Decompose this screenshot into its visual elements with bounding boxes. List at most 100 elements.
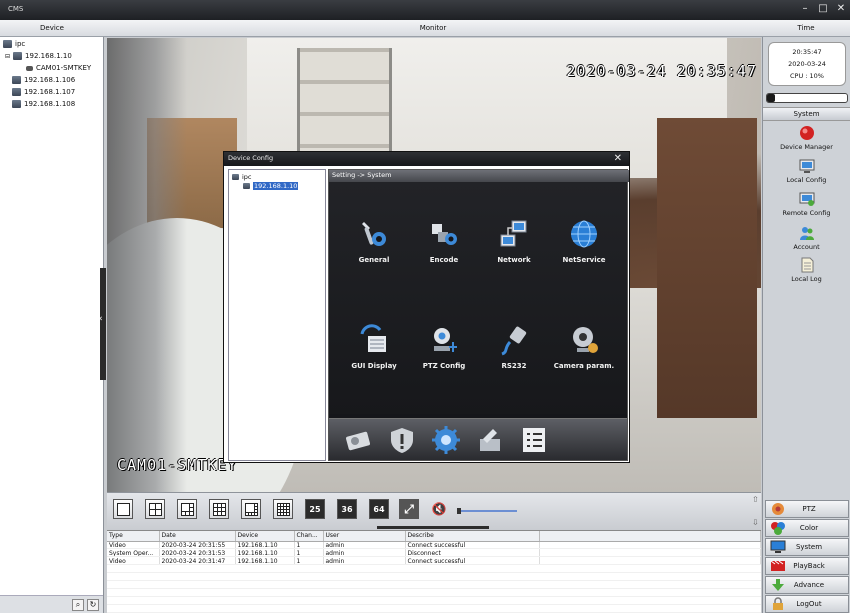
layout-9-button[interactable] (209, 499, 229, 519)
layout-1-button[interactable] (113, 499, 133, 519)
layout-64-button[interactable]: 64 (369, 499, 389, 519)
config-item-encode[interactable]: Encode (409, 218, 479, 264)
collapse-icon[interactable]: ⊟ (5, 53, 10, 60)
toolbar-scroll[interactable]: ⇧ ⇩ (752, 495, 762, 527)
log-col-type[interactable]: Type (107, 531, 160, 542)
search-icon[interactable]: ⌕ (72, 598, 84, 611)
config-item-network[interactable]: Network (479, 218, 549, 264)
group-icon (3, 40, 12, 48)
color-button[interactable]: Color (765, 519, 849, 537)
close-icon[interactable]: ✕ (834, 2, 848, 16)
log-col-user[interactable]: User (323, 531, 406, 542)
minimize-icon[interactable]: – (798, 2, 812, 16)
encode-icon (432, 224, 457, 245)
table-row[interactable]: Video 2020-03-24 20:31:47 192.168.1.10 1 adm… (107, 557, 761, 565)
info-list-icon[interactable] (519, 425, 549, 455)
table-row[interactable]: Video 2020-03-24 20:31:55 192.168.1.10 1 adm… (107, 541, 761, 549)
refresh-icon[interactable]: ↻ (87, 598, 99, 611)
advance-button[interactable]: Advance (765, 576, 849, 594)
ptz-button[interactable]: PTZ (765, 500, 849, 518)
playback-button[interactable]: PlayBack (765, 557, 849, 575)
dialog-device-tree: ipc 192.168.1.10 (228, 169, 326, 461)
system-monitor-icon (770, 540, 786, 553)
log-col-describe[interactable]: Describe (405, 531, 540, 542)
device-manager-item[interactable]: Device Manager (763, 125, 850, 151)
event-log: Type Date Device Chan... User Describe V… (107, 530, 761, 613)
time-header: Time (762, 20, 850, 37)
osd-channel-name: CAM01-SMTKEY (117, 456, 238, 474)
dvr-icon (243, 183, 250, 189)
scene-door-frame (107, 38, 187, 492)
config-item-camera-param[interactable]: Camera param. (549, 324, 619, 370)
logout-button[interactable]: LogOut (765, 595, 849, 613)
tree-device[interactable]: 192.168.1.107 (12, 88, 75, 96)
account-item[interactable]: Account (763, 225, 850, 251)
tree-device[interactable]: 192.168.1.106 (12, 76, 75, 84)
log-col-date[interactable]: Date (159, 531, 236, 542)
ptz-icon (772, 503, 784, 515)
dialog-tree-root[interactable]: ipc (232, 173, 252, 181)
mute-button[interactable]: 🔇 (429, 499, 449, 519)
local-log-item[interactable]: Local Log (763, 257, 850, 283)
breadcrumb: Setting -> System (329, 170, 629, 182)
log-col-device[interactable]: Device (235, 531, 295, 542)
local-config-item[interactable]: Local Config (763, 158, 850, 184)
config-item-gui-display[interactable]: GUI Display (339, 324, 409, 370)
layout-6-button[interactable] (177, 499, 197, 519)
layout-toolbar: 25 36 64 ⤢ 🔇 ⇧ ⇩ (107, 492, 761, 530)
device-config-dialog: Device Config ✕ ipc 192.168.1.10 Setting… (223, 151, 630, 463)
tree-channel[interactable]: CAM01-SMTKEY (26, 64, 91, 72)
osd-datetime: 2020-03-24 20:35:47 (566, 62, 757, 80)
remote-config-item[interactable]: Remote Config (763, 191, 850, 217)
maximize-icon[interactable]: □ (816, 2, 830, 16)
layout-16-button[interactable] (273, 499, 293, 519)
config-item-netservice[interactable]: NetService (549, 218, 619, 264)
log-table: Type Date Device Chan... User Describe V… (107, 531, 761, 565)
cpu-bar (766, 93, 848, 103)
local-log-icon (801, 257, 813, 273)
config-item-ptz-config[interactable]: PTZ Config (409, 324, 479, 370)
alarm-shield-icon[interactable] (387, 425, 417, 455)
layout-8-button[interactable] (241, 499, 261, 519)
scene-shelf (297, 48, 392, 158)
panel-collapse-handle[interactable]: ‹ (99, 268, 106, 380)
window-controls: – □ ✕ (798, 2, 848, 16)
table-row[interactable]: System Oper... 2020-03-24 20:31:53 192.168… (107, 549, 761, 557)
scroll-down-icon[interactable]: ⇩ (752, 518, 762, 527)
layout-25-button[interactable]: 25 (305, 499, 325, 519)
system-button[interactable]: System (765, 538, 849, 556)
fullscreen-button[interactable]: ⤢ (399, 499, 419, 519)
clock-time: 20:35:47 (792, 48, 822, 56)
storage-icon[interactable] (343, 425, 373, 455)
dvr-icon (12, 100, 21, 108)
toolbar-separator (377, 526, 489, 529)
tools-icon[interactable] (475, 425, 505, 455)
clock-date: 2020-03-24 (788, 60, 826, 68)
tree-device[interactable]: 192.168.1.108 (12, 100, 75, 108)
dialog-close-icon[interactable]: ✕ (614, 152, 622, 165)
layout-4-button[interactable] (145, 499, 165, 519)
dialog-tree-device[interactable]: 192.168.1.10 (243, 182, 299, 190)
scene-cabinet (657, 118, 757, 418)
dvr-icon (12, 76, 21, 84)
playback-icon (770, 560, 785, 571)
fullscreen-icon: ⤢ (404, 501, 414, 516)
log-col-empty (539, 531, 761, 542)
volume-slider[interactable] (457, 508, 517, 514)
scroll-up-icon[interactable]: ⇧ (752, 495, 762, 504)
remote-config-icon (799, 192, 814, 206)
tree-root[interactable]: ipc (3, 40, 25, 48)
local-config-icon (799, 159, 814, 173)
chevron-left-icon: ‹ (99, 314, 103, 324)
tree-device[interactable]: ⊟ 192.168.1.10 (5, 52, 72, 60)
app-title: CMS (8, 5, 24, 13)
system-section-header[interactable]: System (763, 107, 850, 121)
layout-36-button[interactable]: 36 (337, 499, 357, 519)
config-grid: General Encode Network NetService GUI Di… (329, 182, 627, 414)
gui-display-icon (360, 324, 386, 352)
config-item-general[interactable]: General (339, 218, 409, 264)
log-header-row: Type Date Device Chan... User Describe (107, 531, 761, 542)
config-item-rs232[interactable]: RS232 (479, 324, 549, 370)
log-col-channel[interactable]: Chan... (294, 531, 324, 542)
system-gear-icon[interactable] (431, 425, 461, 455)
